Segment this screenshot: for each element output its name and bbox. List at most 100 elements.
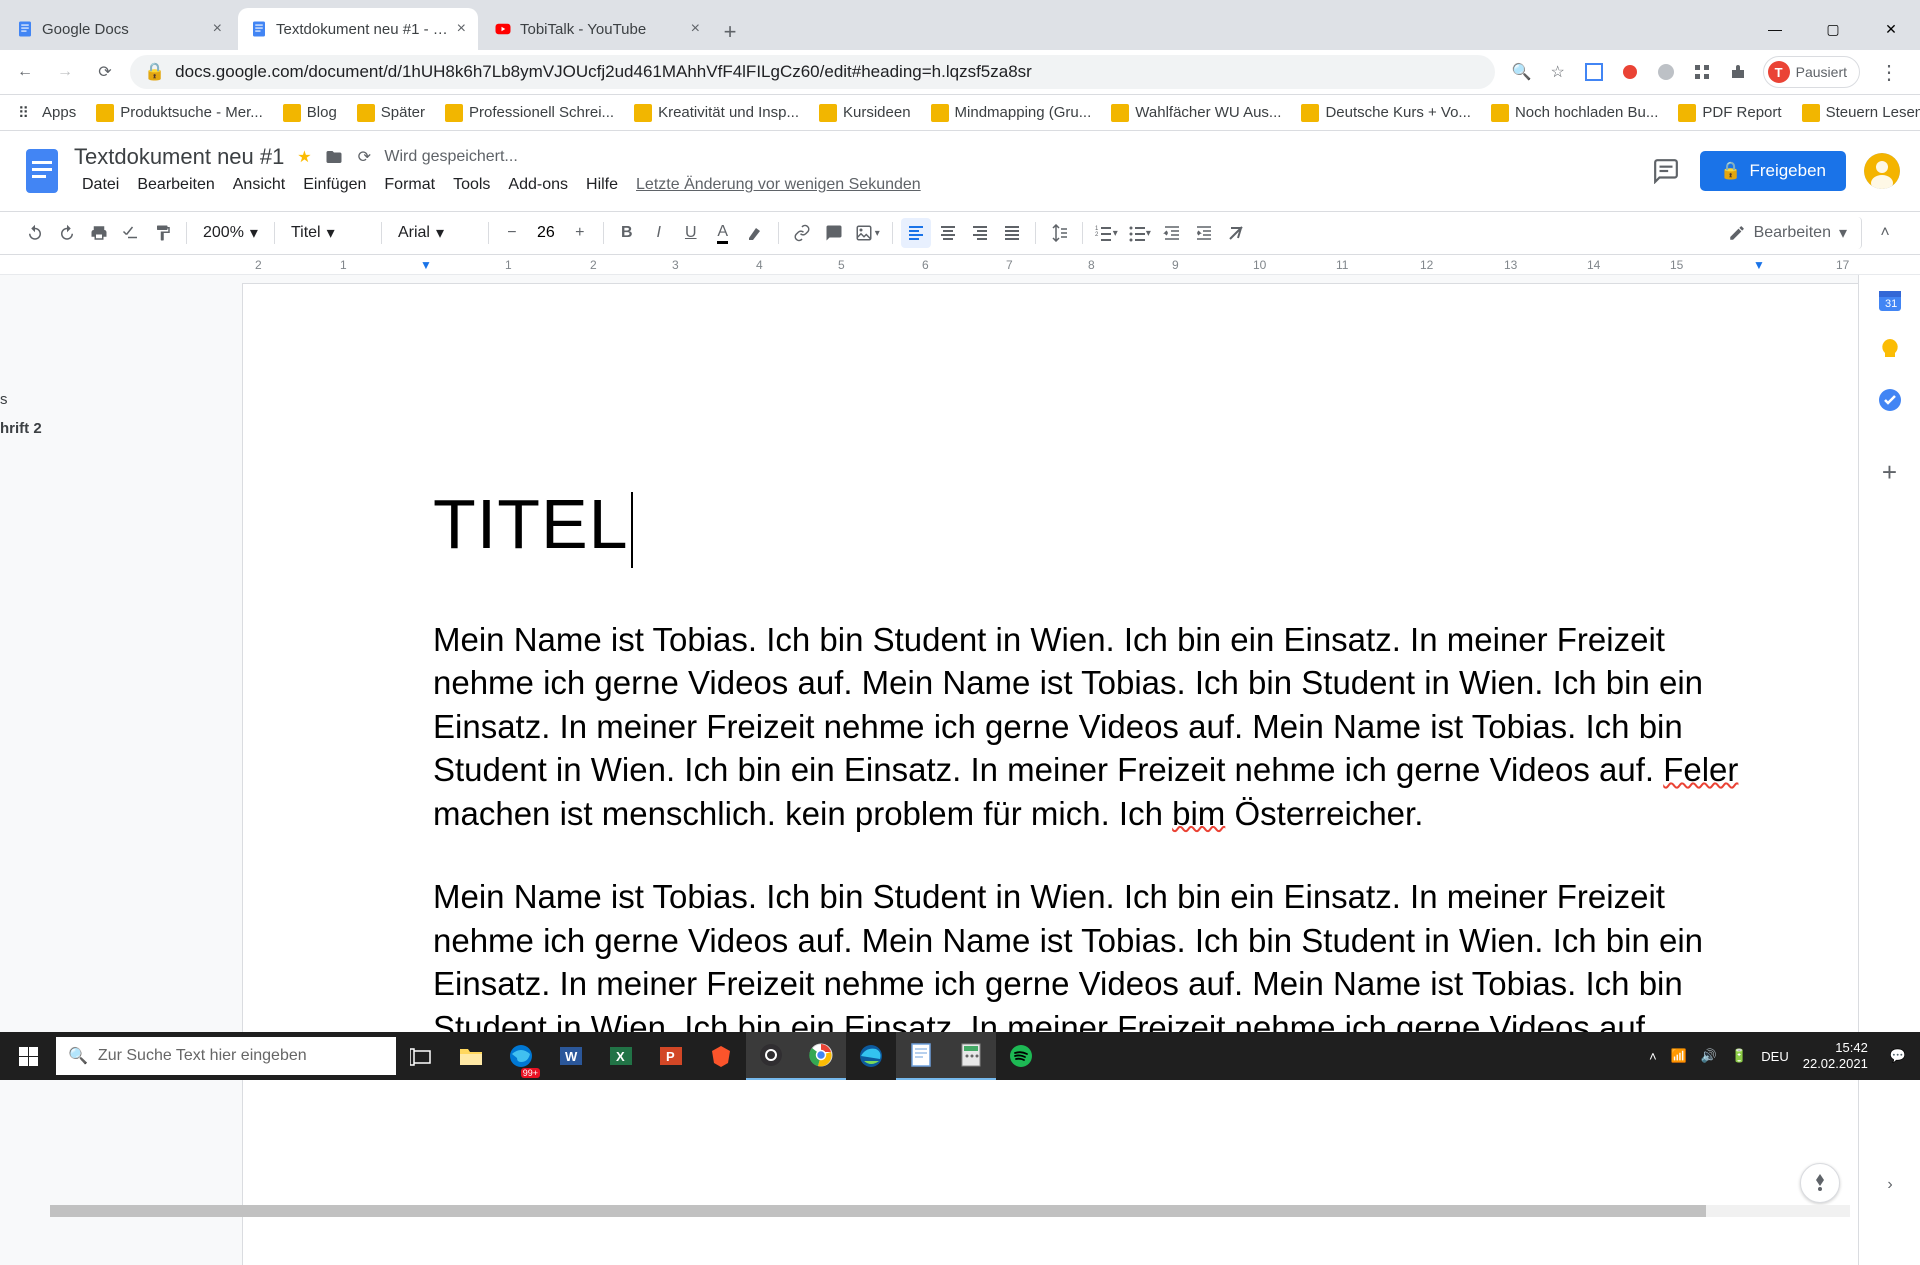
menu-format[interactable]: Format xyxy=(376,172,443,198)
network-icon[interactable]: 📶 xyxy=(1671,1048,1687,1064)
account-avatar[interactable] xyxy=(1864,153,1900,189)
outline-item[interactable]: hrift 2 xyxy=(0,414,50,443)
line-spacing-button[interactable] xyxy=(1044,218,1074,248)
reload-button[interactable]: ⟳ xyxy=(90,57,120,87)
text-color-button[interactable]: A xyxy=(708,218,738,248)
spotify-button[interactable] xyxy=(996,1032,1046,1080)
explore-button[interactable] xyxy=(1800,1163,1840,1203)
back-button[interactable]: ← xyxy=(10,57,40,87)
bookmark-item[interactable]: Blog xyxy=(275,100,345,126)
document-title[interactable]: Textdokument neu #1 xyxy=(74,144,284,170)
forward-button[interactable]: → xyxy=(50,57,80,87)
align-justify-button[interactable] xyxy=(997,218,1027,248)
browser-tab-active[interactable]: Textdokument neu #1 - Google D × xyxy=(238,8,478,50)
bold-button[interactable]: B xyxy=(612,218,642,248)
docs-logo[interactable] xyxy=(20,143,64,199)
brave-button[interactable] xyxy=(696,1032,746,1080)
menu-addons[interactable]: Add-ons xyxy=(500,172,576,198)
font-select[interactable]: Arial▾ xyxy=(390,223,480,243)
document-paragraph[interactable]: Mein Name ist Tobias. Ich bin Student in… xyxy=(433,875,1773,1049)
obs-button[interactable] xyxy=(746,1032,796,1080)
extension-icon[interactable] xyxy=(1691,61,1713,83)
profile-paused-badge[interactable]: T Pausiert xyxy=(1763,56,1860,88)
star-icon[interactable]: ☆ xyxy=(1547,61,1569,83)
calendar-icon[interactable]: 31 xyxy=(1877,287,1903,313)
document-paragraph[interactable]: Mein Name ist Tobias. Ich bin Student in… xyxy=(433,618,1773,836)
edge-button[interactable]: 99+ xyxy=(496,1032,546,1080)
bookmark-item[interactable]: Wahlfächer WU Aus... xyxy=(1103,100,1289,126)
font-size-decrease[interactable]: − xyxy=(497,218,527,248)
insert-link-button[interactable] xyxy=(787,218,817,248)
bookmark-item[interactable]: Mindmapping (Gru... xyxy=(923,100,1100,126)
extension-icon[interactable] xyxy=(1655,61,1677,83)
browser-menu-button[interactable]: ⋮ xyxy=(1874,60,1904,85)
bookmark-item[interactable]: Professionell Schrei... xyxy=(437,100,622,126)
font-size-input[interactable]: 26 xyxy=(529,224,563,242)
gsuite-icon[interactable] xyxy=(1583,61,1605,83)
bulleted-list-button[interactable]: ▾ xyxy=(1124,218,1155,248)
comments-button[interactable] xyxy=(1650,155,1682,187)
paint-format-button[interactable] xyxy=(148,218,178,248)
clear-formatting-button[interactable] xyxy=(1221,218,1251,248)
align-center-button[interactable] xyxy=(933,218,963,248)
extensions-icon[interactable] xyxy=(1727,61,1749,83)
print-button[interactable] xyxy=(84,218,114,248)
insert-image-button[interactable]: ▾ xyxy=(851,218,884,248)
collapse-toolbar-button[interactable]: ˄ xyxy=(1870,218,1900,248)
excel-button[interactable]: X xyxy=(596,1032,646,1080)
menu-hilfe[interactable]: Hilfe xyxy=(578,172,626,198)
start-button[interactable] xyxy=(0,1032,56,1080)
editing-mode-button[interactable]: Bearbeiten ▾ xyxy=(1714,217,1862,249)
url-input[interactable]: 🔒 docs.google.com/document/d/1hUH8k6h7Lb… xyxy=(130,55,1495,89)
menu-ansicht[interactable]: Ansicht xyxy=(225,172,293,198)
align-right-button[interactable] xyxy=(965,218,995,248)
new-tab-button[interactable]: + xyxy=(712,14,748,50)
apps-bookmark[interactable]: ⠿Apps xyxy=(10,100,84,126)
bookmark-item[interactable]: Steuern Lesen !!!! xyxy=(1794,100,1920,126)
align-left-button[interactable] xyxy=(901,218,931,248)
spelling-error[interactable]: Feler xyxy=(1663,751,1738,788)
tab-close-icon[interactable]: × xyxy=(213,20,222,38)
highlight-button[interactable] xyxy=(740,218,770,248)
clock[interactable]: 15:42 22.02.2021 xyxy=(1803,1040,1868,1071)
menu-tools[interactable]: Tools xyxy=(445,172,498,198)
document-heading[interactable]: TITEL xyxy=(433,484,1806,568)
powerpoint-button[interactable]: P xyxy=(646,1032,696,1080)
bookmark-item[interactable]: Deutsche Kurs + Vo... xyxy=(1293,100,1479,126)
battery-icon[interactable]: 🔋 xyxy=(1731,1048,1747,1064)
tasks-icon[interactable] xyxy=(1877,387,1903,413)
increase-indent-button[interactable] xyxy=(1189,218,1219,248)
task-view-button[interactable] xyxy=(396,1032,446,1080)
decrease-indent-button[interactable] xyxy=(1157,218,1187,248)
maximize-button[interactable]: ▢ xyxy=(1804,8,1862,50)
bookmark-item[interactable]: Kreativität und Insp... xyxy=(626,100,807,126)
move-icon[interactable] xyxy=(324,147,344,167)
tab-close-icon[interactable]: × xyxy=(457,20,466,38)
star-icon[interactable]: ★ xyxy=(294,147,314,167)
word-button[interactable]: W xyxy=(546,1032,596,1080)
insert-comment-button[interactable] xyxy=(819,218,849,248)
menu-bearbeiten[interactable]: Bearbeiten xyxy=(129,172,222,198)
spellcheck-button[interactable] xyxy=(116,218,146,248)
underline-button[interactable]: U xyxy=(676,218,706,248)
taskbar-search[interactable]: 🔍 Zur Suche Text hier eingeben xyxy=(56,1037,396,1075)
ruler[interactable]: 2 1 ▼ 1 2 3 4 5 6 7 8 9 10 11 12 13 14 1… xyxy=(0,255,1920,275)
zoom-icon[interactable]: 🔍 xyxy=(1511,61,1533,83)
side-panel-toggle[interactable]: › xyxy=(1872,1167,1908,1203)
file-explorer-button[interactable] xyxy=(446,1032,496,1080)
bookmark-item[interactable]: PDF Report xyxy=(1670,100,1789,126)
horizontal-scrollbar[interactable] xyxy=(50,1205,1850,1217)
redo-button[interactable] xyxy=(52,218,82,248)
bookmark-item[interactable]: Später xyxy=(349,100,433,126)
keep-icon[interactable] xyxy=(1877,337,1903,363)
page-container[interactable]: TITEL Mein Name ist Tobias. Ich bin Stud… xyxy=(50,275,1920,1265)
menu-einfugen[interactable]: Einfügen xyxy=(295,172,374,198)
close-window-button[interactable]: ✕ xyxy=(1862,8,1920,50)
undo-button[interactable] xyxy=(20,218,50,248)
tab-close-icon[interactable]: × xyxy=(691,20,700,38)
notepad-button[interactable] xyxy=(896,1032,946,1080)
minimize-button[interactable]: — xyxy=(1746,8,1804,50)
spelling-error[interactable]: bim xyxy=(1172,795,1225,832)
add-addon-button[interactable]: + xyxy=(1882,457,1897,488)
bookmark-item[interactable]: Noch hochladen Bu... xyxy=(1483,100,1666,126)
